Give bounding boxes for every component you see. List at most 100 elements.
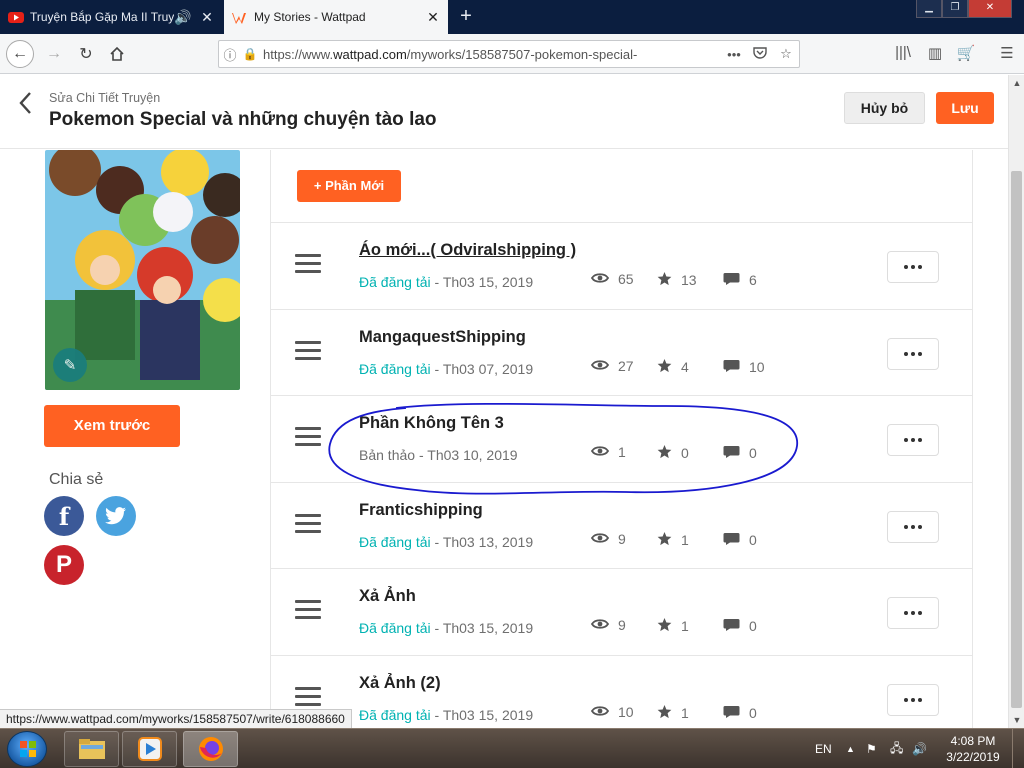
story-cover-image[interactable]: ✎ [45,150,240,390]
part-date: Th03 10, 2019 [427,447,518,463]
part-row[interactable]: Xả Ảnh (2) Đã đăng tải - Th03 15, 2019 10 1… [271,654,972,729]
edit-cover-button[interactable]: ✎ [53,348,87,382]
close-tab-icon[interactable]: ✕ [198,9,216,26]
library-icon[interactable]: |||\ [892,44,914,61]
part-title[interactable]: Áo mới...( Odviralshipping ) [359,241,576,260]
reload-button[interactable]: ↻ [72,40,100,68]
close-tab-icon[interactable]: ✕ [424,9,442,26]
comments-count: 0 [749,618,757,634]
part-title[interactable]: MangaquestShipping [359,328,526,347]
network-icon[interactable]: 🖧 [890,729,903,768]
tab-title: My Stories - Wattpad [254,10,366,24]
drag-handle-icon[interactable] [295,686,321,707]
drag-handle-icon[interactable] [295,340,321,361]
close-window-button[interactable]: ✕ [968,0,1012,18]
show-desktop-button[interactable] [1012,729,1024,768]
star-icon [657,704,681,722]
start-button[interactable] [7,731,47,767]
cancel-button[interactable]: Hủy bỏ [844,92,925,124]
url-host: wattpad.com [333,46,407,62]
cart-icon[interactable]: 🛒 [955,44,977,62]
language-indicator[interactable]: EN [815,729,832,768]
scroll-thumb[interactable] [1011,171,1022,708]
votes-count: 4 [681,358,689,375]
comments-stat: 0 [723,617,757,635]
star-icon [657,617,681,635]
preview-button[interactable]: Xem trước [44,405,180,447]
drag-handle-icon[interactable] [295,427,321,447]
scroll-down-icon[interactable]: ▼ [1009,712,1024,728]
forward-button[interactable]: → [40,40,68,68]
votes-stat: 13 [657,271,697,289]
drag-handle-icon[interactable] [295,600,321,620]
views-stat: 9 [590,531,626,547]
lock-icon[interactable]: 🔒 [241,47,259,61]
drag-handle-icon[interactable] [295,254,321,274]
home-button[interactable] [103,40,131,68]
save-button[interactable]: Lưu [936,92,994,124]
pocket-icon[interactable] [747,46,773,63]
part-date: Th03 13, 2019 [442,533,534,550]
info-icon[interactable]: ⓘ [219,45,241,64]
flag-icon[interactable]: ⚑ [866,729,877,768]
scroll-up-icon[interactable]: ▲ [1009,75,1024,91]
page-scrollbar[interactable]: ▲ ▼ [1008,75,1024,728]
facebook-icon[interactable]: f [44,496,84,536]
part-title[interactable]: Franticshipping [359,501,483,520]
maximize-button[interactable]: ❐ [942,0,968,18]
tray-expand-icon[interactable]: ▲ [846,729,855,768]
url-prefix: https://www. [263,46,334,62]
more-options-button[interactable] [887,424,939,456]
part-row[interactable]: MangaquestShipping Đã đăng tải - Th03 07,… [271,308,972,395]
sidebar-icon[interactable]: ▥ [924,44,946,62]
minimize-button[interactable]: ▁ [916,0,942,18]
part-row[interactable]: Phần Không Tên 3 Bản thảo - Th03 10, 2019… [271,395,972,481]
new-tab-button[interactable]: + [455,5,477,28]
menu-icon[interactable]: ☰ [996,44,1018,62]
speaker-icon[interactable]: 🔊 [174,9,192,26]
more-options-button[interactable] [887,510,939,543]
comments-count: 0 [749,531,757,548]
wattpad-icon [232,13,246,24]
taskbar-explorer[interactable] [64,731,119,767]
pinterest-icon[interactable]: P [44,545,84,585]
part-title[interactable]: Xả Ảnh (2) [359,674,441,693]
bookmark-star-icon[interactable]: ☆ [773,46,799,62]
volume-icon[interactable]: 🔊 [912,729,927,768]
taskbar-firefox[interactable] [183,731,238,767]
twitter-icon[interactable] [96,496,136,536]
views-count: 1 [618,444,626,460]
page-actions-icon[interactable]: ••• [721,47,747,62]
tab-title: Truyện Bắp Gặp Ma II Truyện [30,10,174,24]
taskbar-media-player[interactable] [122,731,177,767]
votes-count: 0 [681,445,689,461]
votes-stat: 1 [657,617,689,635]
views-count: 10 [618,703,634,720]
tab-wattpad[interactable]: My Stories - Wattpad ✕ [224,0,448,34]
address-bar[interactable]: ⓘ 🔒 https://www.wattpad.com/myworks/1585… [218,40,800,68]
drag-handle-icon[interactable] [295,513,321,534]
part-row[interactable]: Áo mới...( Odviralshipping ) Đã đăng tải … [271,222,972,308]
part-row[interactable]: Xả Ảnh Đã đăng tải - Th03 15, 2019 9 1 0 [271,568,972,654]
tab-youtube[interactable]: Truyện Bắp Gặp Ma II Truyện 🔊 ✕ [0,0,222,34]
back-button[interactable]: ← [6,40,34,68]
views-stat: 10 [590,703,634,720]
more-options-button[interactable] [887,683,939,716]
more-options-button[interactable] [887,251,939,283]
part-meta: Đã đăng tải - Th03 07, 2019 [359,361,533,377]
more-options-button[interactable] [887,337,939,370]
url-text[interactable]: https://www.wattpad.com/myworks/15858750… [259,47,721,62]
part-row[interactable]: Franticshipping Đã đăng tải - Th03 13, 20… [271,481,972,568]
views-count: 65 [618,271,634,287]
more-options-button[interactable] [887,597,939,629]
part-title[interactable]: Phần Không Tên 3 [359,414,504,433]
comment-icon [723,704,749,722]
clock[interactable]: 4:08 PM 3/22/2019 [938,733,1008,765]
share-label: Chia sẻ [49,471,104,488]
views-count: 9 [618,617,626,633]
chevron-left-icon[interactable] [14,89,38,117]
meta-separator: - [430,706,443,723]
part-title[interactable]: Xả Ảnh [359,587,416,606]
new-part-button[interactable]: + Phần Mới [297,170,401,202]
meta-separator: - [430,533,443,550]
